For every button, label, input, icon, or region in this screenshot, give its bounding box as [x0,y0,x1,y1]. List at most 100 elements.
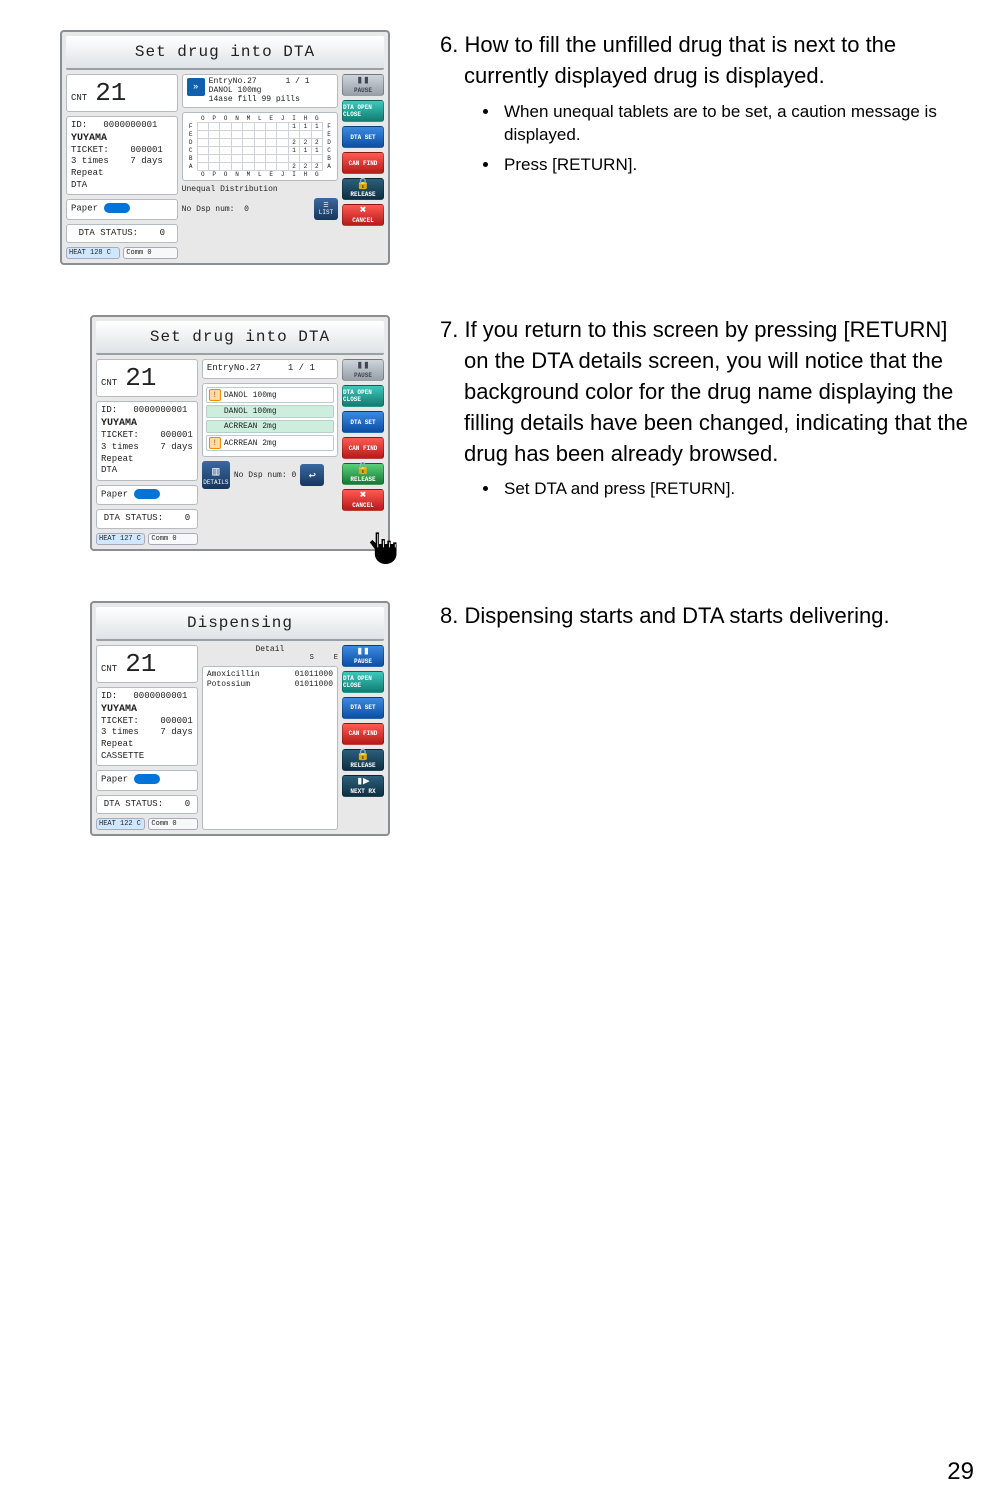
times-line: 3 times 7 days [101,727,193,739]
dta-set-button[interactable]: DTA SET [342,697,384,719]
can-find-button[interactable]: CAN FIND [342,723,384,745]
dta-open-close-button[interactable]: DTA OPEN CLOSE [342,100,384,122]
step6-main: 6. How to fill the unfilled drug that is… [440,30,974,92]
paper-bar-icon [104,203,130,213]
unlock-icon: 🔓 [356,465,370,476]
cnt-panel: CNT 21 [96,645,198,683]
cancel-button[interactable]: ✖CANCEL [342,204,384,226]
entry-panel: » EntryNo.27 1 / 1 DANOL 100mg 14ase fil… [182,74,338,108]
id-line: ID: 0000000001 [71,120,173,132]
detail-name-1: Amoxicillin [207,670,260,679]
dta-open-close-button[interactable]: DTA OPEN CLOSE [342,671,384,693]
status-row: HEAT 122 C Comm 0 [96,818,198,830]
list-button[interactable]: ☰ LIST [314,198,338,220]
dta-open-close-button[interactable]: DTA OPEN CLOSE [342,385,384,407]
dta-status-panel: DTA STATUS: 0 [66,224,178,244]
patient-name: YUYAMA [71,132,173,145]
col-e: E [334,654,338,662]
return-button[interactable]: ↩ [300,464,324,486]
patient-name: YUYAMA [101,703,193,716]
patient-panel: ID: 0000000001 YUYAMA TICKET: 000001 3 t… [96,401,198,480]
step6-text: 6. How to fill the unfilled drug that is… [440,30,974,183]
repeat-line: Repeat [101,454,193,466]
cancel-button[interactable]: ✖CANCEL [342,489,384,511]
drug-row-browsed[interactable]: ACRREAN 2mg [206,420,334,433]
comm-chip: Comm 0 [148,818,197,830]
col-s: S [310,654,314,662]
heat-chip: HEAT 122 C [96,818,145,830]
bottom-row: ▥ DETAILS No Dsp num: 0 ↩ [202,461,338,489]
dta-open-label: DTA OPEN CLOSE [343,104,383,118]
detail-list: Amoxicillin 01011000 Potossium 01011000 [202,666,338,830]
manual-page: Set drug into DTA CNT 21 ID: 0000000001 … [0,0,1004,836]
paper-bar-icon [134,489,160,499]
drug-list-panel: !DANOL 100mg DANOL 100mg ACRREAN 2mg !AC… [202,383,338,457]
next-icon: » [187,78,205,96]
step7-text: 7. If you return to this screen by press… [440,315,974,507]
drug-row-browsed[interactable]: DANOL 100mg [206,405,334,418]
can-find-button[interactable]: CAN FIND [342,437,384,459]
cancel-label: CANCEL [352,217,374,224]
dta-open-label: DTA OPEN CLOSE [343,389,383,403]
dta-status: DTA STATUS: 0 [104,799,190,809]
dta-status: DTA STATUS: 0 [104,513,190,523]
paper-label: Paper [71,204,98,214]
entry-label: EntryNo.27 1 / 1 [207,363,315,373]
next-rx-button[interactable]: ▮▶NEXT RX [342,775,384,797]
step6-sub-1: Press [RETURN]. [500,153,974,177]
release-button[interactable]: 🔒RELEASE [342,178,384,200]
release-button[interactable]: 🔓RELEASE [342,463,384,485]
pause-button[interactable]: ▮▮PAUSE [342,359,384,381]
pause-label: PAUSE [354,372,372,379]
page-number: 29 [947,1458,974,1486]
paper-panel: Paper [96,485,198,505]
step-7-row: Set drug into DTA CNT 21 ID: 0000000001 … [60,315,974,550]
cnt-label: CNT [71,93,87,103]
patient-panel: ID: 0000000001 YUYAMA TICKET: 000001 3 t… [66,116,178,195]
can-find-label: CAN FIND [349,730,378,737]
cancel-label: CANCEL [352,502,374,509]
ss3-title: Dispensing [96,607,384,641]
can-find-label: CAN FIND [349,445,378,452]
comm-chip: Comm 0 [123,247,177,259]
list-icon: ☰ [323,202,328,209]
detail-title: Detail [202,645,338,654]
dta-status-panel: DTA STATUS: 0 [96,795,198,815]
ticket-line: TICKET: 000001 [101,716,193,728]
dta-set-label: DTA SET [350,419,375,426]
can-find-label: CAN FIND [349,160,378,167]
lock-icon: 🔒 [356,180,370,191]
dta-line: DTA [71,180,173,192]
dta-set-button[interactable]: DTA SET [342,126,384,148]
details-icon: ▥ [212,464,219,479]
next-rx-label: NEXT RX [350,788,375,795]
ss1-title: Set drug into DTA [66,36,384,70]
warn-icon: ! [209,437,221,449]
no-dsp-label: No Dsp num: 0 [234,471,296,480]
repeat-line: Repeat [71,168,173,180]
pause-button[interactable]: ▮▮PAUSE [342,74,384,96]
drug-row[interactable]: !DANOL 100mg [206,387,334,403]
can-find-button[interactable]: CAN FIND [342,152,384,174]
heat-chip: HEAT 128 C [66,247,120,259]
drug-row[interactable]: !ACRREAN 2mg [206,435,334,451]
release-button[interactable]: 🔒RELEASE [342,749,384,771]
details-button[interactable]: ▥ DETAILS [202,461,230,489]
screenshot-3: Dispensing CNT 21 ID: 0000000001 YUYAMA … [90,601,390,836]
side-buttons: ▮▮PAUSE DTA OPEN CLOSE DTA SET CAN FIND … [342,74,384,259]
pause-button[interactable]: ▮▮PAUSE [342,645,384,667]
return-icon: ↩ [309,468,316,483]
dta-set-button[interactable]: DTA SET [342,411,384,433]
release-label: RELEASE [350,762,375,769]
step-8-row: Dispensing CNT 21 ID: 0000000001 YUYAMA … [60,601,974,836]
lock-icon: 🔒 [356,751,370,762]
patient-name: YUYAMA [101,417,193,430]
unequal-label: Unequal Distribution [182,185,338,194]
screenshot-2: Set drug into DTA CNT 21 ID: 0000000001 … [90,315,390,550]
pause-label: PAUSE [354,87,372,94]
detail-header: Detail S E [202,645,338,662]
cnt-value: 21 [125,649,156,679]
detail-name-2: Potossium [207,680,250,689]
entry-panel: EntryNo.27 1 / 1 [202,359,338,379]
drug-name: DANOL 100mg [224,407,277,416]
